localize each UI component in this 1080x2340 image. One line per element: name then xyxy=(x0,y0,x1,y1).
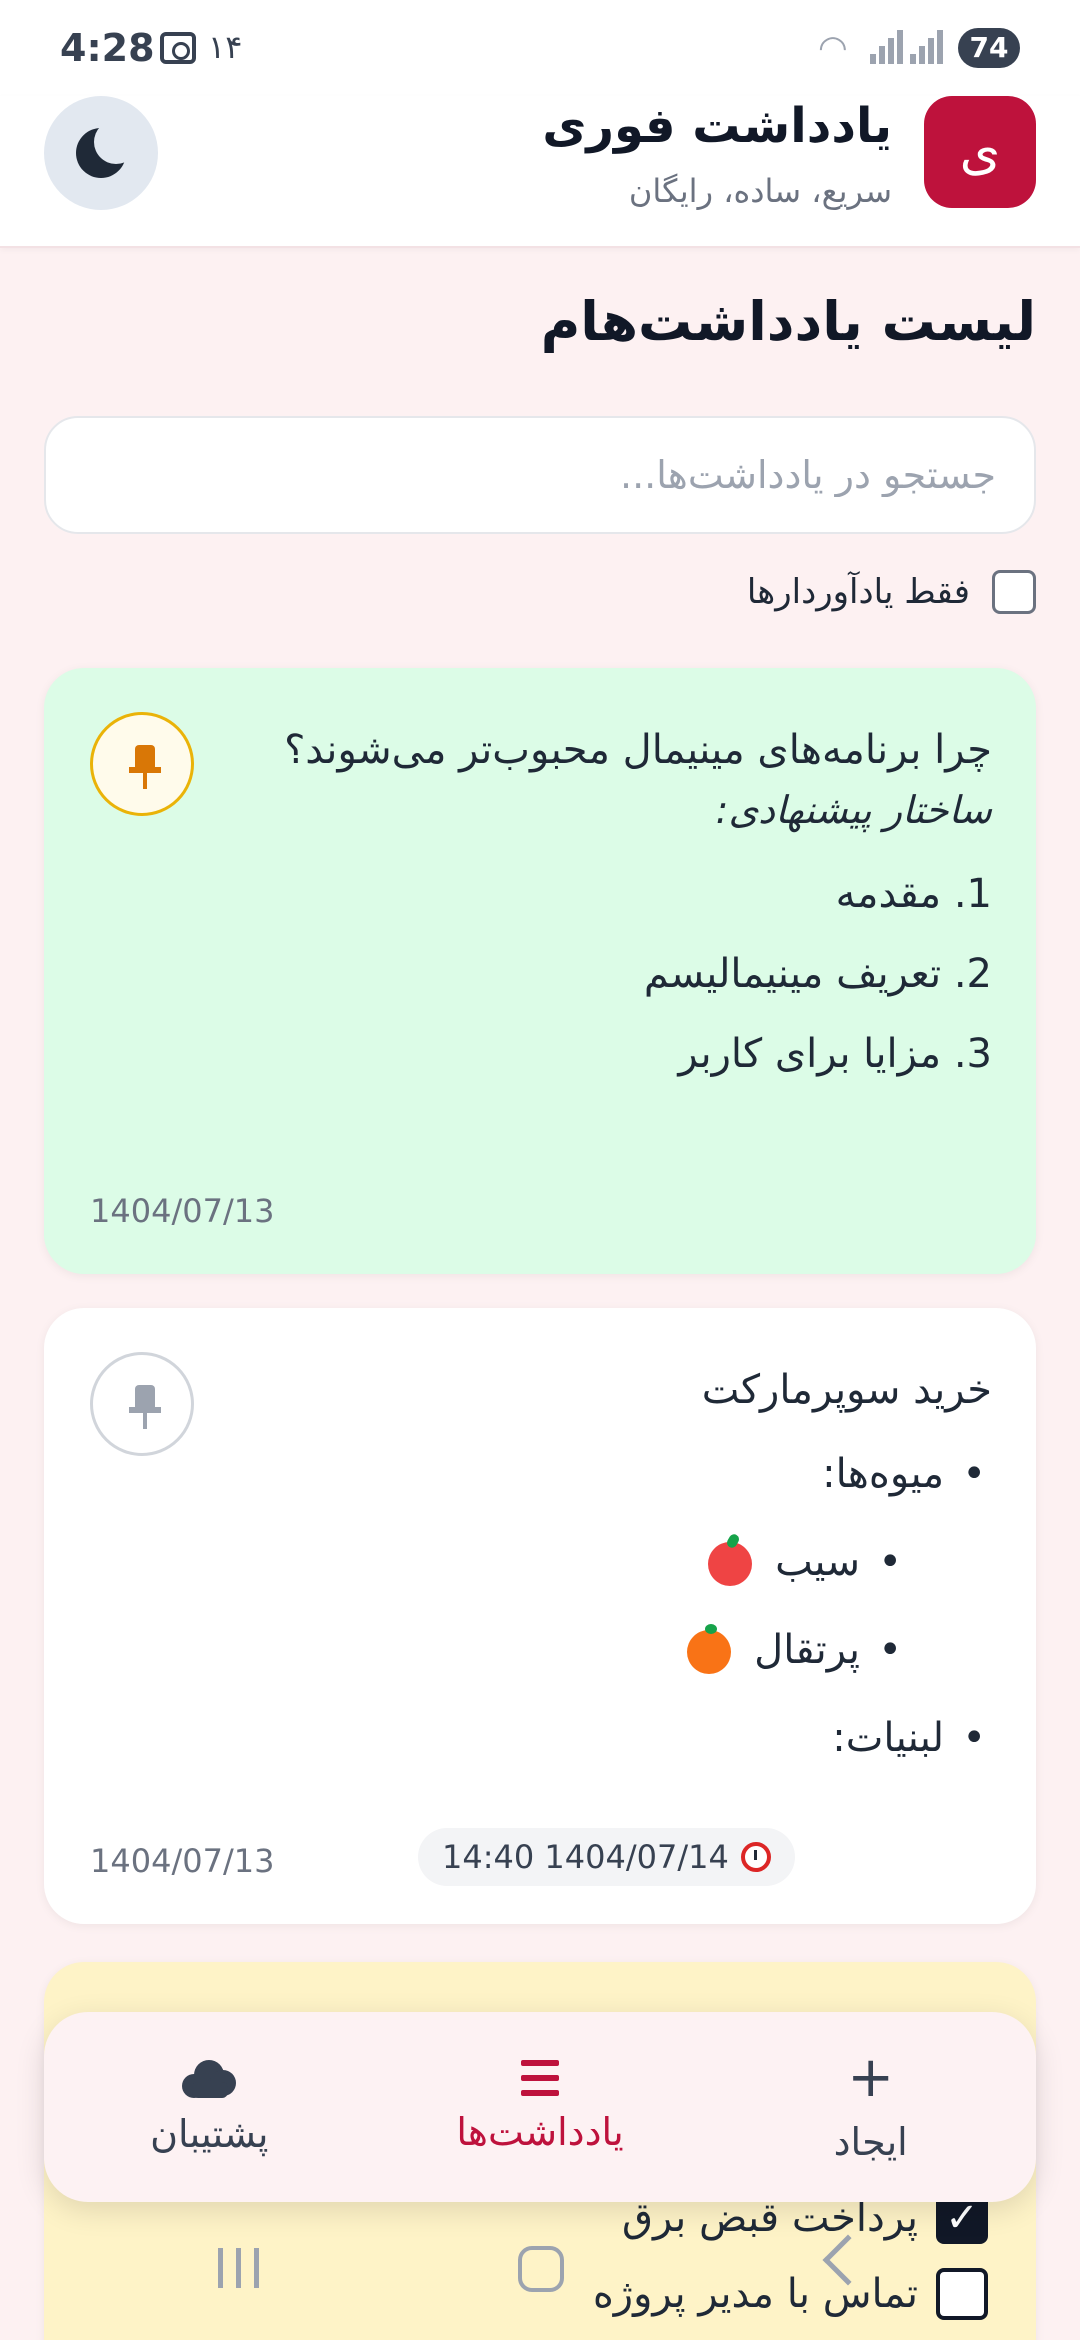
reminder-filter-checkbox[interactable] xyxy=(992,570,1036,614)
plus-icon: + xyxy=(847,2045,895,2110)
alarm-clock-icon xyxy=(740,1842,771,1872)
notification-count: ۱۴ xyxy=(208,28,243,66)
moon-icon xyxy=(76,120,138,178)
note-card[interactable]: چرا برنامه‌های مینیمال محبوب‌تر می‌شوند؟… xyxy=(44,668,1036,1274)
note-content: چرا برنامه‌های مینیمال محبوب‌تر می‌شوند؟… xyxy=(212,720,992,1094)
list-item: سیب xyxy=(212,1518,992,1606)
nav-backup[interactable]: پشتیبان xyxy=(44,2012,375,2202)
note-content: خرید سوپرمارکت میوه‌ها: سیب پرتقال لبنیا… xyxy=(212,1360,992,1782)
note-heading: خرید سوپرمارکت xyxy=(701,1367,992,1413)
orange-icon xyxy=(687,1624,732,1674)
recent-apps-button[interactable] xyxy=(218,2248,264,2288)
list-icon xyxy=(521,2060,559,2096)
list-item: 3. مزایا برای کاربر xyxy=(678,1031,992,1077)
system-navigation-bar xyxy=(0,2230,1080,2340)
nav-notes[interactable]: یادداشت‌ها xyxy=(375,2012,706,2202)
nav-create[interactable]: + ایجاد xyxy=(705,2012,1036,2202)
note-italic-text: ساختار پیشنهادی: xyxy=(715,788,992,832)
app-header: ی یادداشت فوری سریع، ساده، رایگان xyxy=(0,96,1080,248)
list-item: پرتقال xyxy=(212,1606,992,1694)
note-date: 1404/07/13 xyxy=(90,1192,275,1230)
status-bar: 4:28 ۱۴ ◠ 74 xyxy=(0,0,1080,96)
wifi-icon: ◠ xyxy=(818,28,848,68)
home-button[interactable] xyxy=(518,2246,564,2292)
nav-label: ایجاد xyxy=(833,2120,908,2164)
reminder-filter[interactable]: فقط یادآوردارها xyxy=(747,570,1036,614)
pin-button[interactable] xyxy=(90,712,194,816)
reminder-filter-label: فقط یادآوردارها xyxy=(746,572,970,612)
search-input[interactable] xyxy=(44,416,1036,534)
pin-button[interactable] xyxy=(90,1352,194,1456)
signal-icon xyxy=(870,30,904,64)
reminder-badge: 14:40 1404/07/14 xyxy=(418,1828,795,1886)
list-item: 1. مقدمه xyxy=(835,871,992,917)
nav-label: پشتیبان xyxy=(150,2112,269,2156)
battery-icon: 74 xyxy=(958,28,1020,68)
status-time: 4:28 xyxy=(60,26,155,70)
bottom-navigation: + ایجاد یادداشت‌ها پشتیبان xyxy=(44,2012,1036,2202)
note-date: 1404/07/13 xyxy=(90,1842,275,1880)
cloud-icon xyxy=(182,2058,237,2098)
app-logo: ی xyxy=(924,96,1036,208)
app-title: یادداشت فوری xyxy=(542,98,892,154)
list-item: 2. تعریف مینیمالیسم xyxy=(643,951,992,997)
screen-record-icon xyxy=(160,32,196,64)
note-card[interactable]: خرید سوپرمارکت میوه‌ها: سیب پرتقال لبنیا… xyxy=(44,1308,1036,1924)
nav-label: یادداشت‌ها xyxy=(456,2110,624,2154)
apple-icon xyxy=(708,1542,753,1586)
theme-toggle-button[interactable] xyxy=(44,96,158,210)
note-heading: چرا برنامه‌های مینیمال محبوب‌تر می‌شوند؟ xyxy=(284,727,992,773)
signal-icon xyxy=(910,30,944,64)
back-button[interactable] xyxy=(822,2234,874,2286)
list-item: میوه‌ها: xyxy=(212,1430,992,1518)
page-title: لیست یادداشت‌هام xyxy=(540,290,1036,353)
app-subtitle: سریع، ساده، رایگان xyxy=(628,172,892,210)
list-item: لبنیات: xyxy=(212,1694,992,1782)
